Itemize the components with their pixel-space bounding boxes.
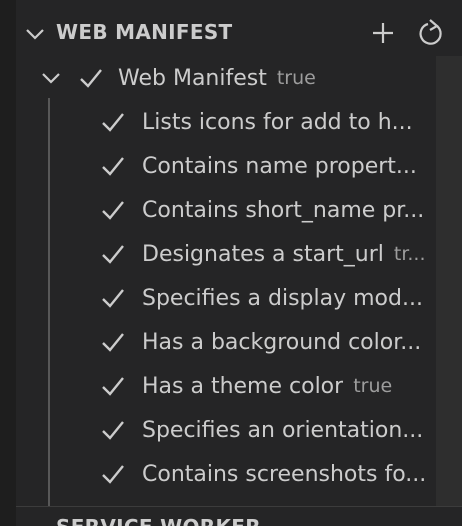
list-item[interactable]: Designates a start_url tr... bbox=[100, 232, 436, 276]
check-icon bbox=[102, 289, 124, 308]
list-item[interactable]: Contains short_name pr... bbox=[100, 188, 436, 232]
sidebar-panel: WEB MANIFEST Web Manifest true Lists ico… bbox=[16, 0, 462, 526]
check-icon bbox=[102, 201, 124, 220]
list-item-label: Specifies a display mod... bbox=[142, 285, 423, 311]
list-item[interactable]: Contains screenshots fo... bbox=[100, 452, 436, 496]
list-item[interactable]: Lists icons for add to h... bbox=[100, 100, 436, 144]
list-item-label: Lists icons for add to h... bbox=[142, 109, 413, 135]
list-item[interactable]: Has a background color... bbox=[100, 320, 436, 364]
activity-gutter bbox=[0, 0, 16, 526]
section-header-service-worker[interactable]: SERVICE WORKER bbox=[16, 506, 462, 526]
list-item[interactable]: Contains name propert... bbox=[100, 144, 436, 188]
refresh-icon[interactable] bbox=[416, 18, 446, 48]
section-title: WEB MANIFEST bbox=[56, 20, 233, 44]
check-list: Lists icons for add to h... Contains nam… bbox=[100, 100, 436, 496]
check-icon bbox=[102, 333, 124, 352]
check-icon bbox=[102, 157, 124, 176]
list-item-label: Contains short_name pr... bbox=[142, 197, 425, 223]
list-item-label: Specifies an orientation... bbox=[142, 417, 424, 443]
list-item-label: Contains screenshots fo... bbox=[142, 461, 427, 487]
group-description: true bbox=[276, 67, 316, 89]
section-title: SERVICE WORKER bbox=[56, 515, 261, 526]
list-item[interactable]: Specifies an orientation... bbox=[100, 408, 436, 452]
check-icon bbox=[102, 421, 124, 440]
list-item[interactable]: Specifies a display mod... bbox=[100, 276, 436, 320]
check-icon bbox=[102, 245, 124, 264]
list-item-description: true bbox=[353, 375, 393, 397]
list-item-label: Designates a start_url bbox=[142, 241, 384, 267]
list-item[interactable]: Has a theme color true bbox=[100, 364, 436, 408]
list-item-label: Has a theme color bbox=[142, 373, 344, 399]
check-icon bbox=[102, 465, 124, 484]
tree-group-web-manifest[interactable]: Web Manifest true bbox=[38, 56, 316, 100]
check-icon bbox=[80, 69, 102, 88]
add-icon[interactable] bbox=[368, 18, 398, 48]
group-label: Web Manifest bbox=[118, 65, 267, 91]
section-header-web-manifest[interactable]: WEB MANIFEST bbox=[16, 10, 462, 56]
check-icon bbox=[102, 113, 124, 132]
check-icon bbox=[102, 377, 124, 396]
scrollbar[interactable] bbox=[436, 56, 462, 506]
list-item-label: Has a background color... bbox=[142, 329, 422, 355]
list-item-description: tr... bbox=[393, 243, 426, 265]
chevron-down-icon[interactable] bbox=[38, 65, 64, 91]
tree-indent-guide bbox=[48, 98, 50, 518]
list-item-label: Contains name propert... bbox=[142, 153, 417, 179]
chevron-down-icon[interactable] bbox=[22, 21, 48, 47]
